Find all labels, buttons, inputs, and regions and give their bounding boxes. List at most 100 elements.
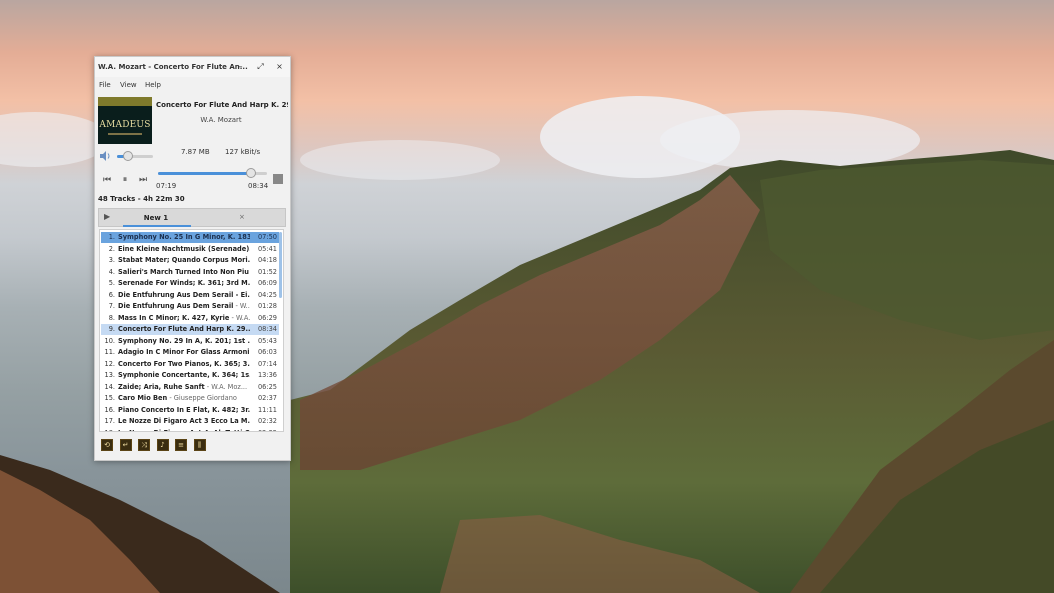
track-row[interactable]: 14. Zaide; Aria, Ruhe Sanft - W.A. Moz...… <box>101 382 279 393</box>
track-title: Die Entfuhrung Aus Dem Serail - W... <box>118 301 250 312</box>
track-title: Zaide; Aria, Ruhe Sanft - W.A. Moz... <box>118 382 248 391</box>
menu-help[interactable]: Help <box>145 81 161 89</box>
track-number: 15. <box>104 394 116 402</box>
play-arrow-icon[interactable]: ▶ <box>104 212 110 221</box>
track-title: Concerto For Two Pianos, K. 365; 3... <box>118 359 250 368</box>
track-duration: 02:37 <box>257 394 277 402</box>
track-row[interactable]: 17. Le Nozze Di Figaro Act 3 Ecco La M...… <box>101 416 279 427</box>
volume-knob[interactable] <box>122 151 133 161</box>
track-title: Le Nozze Di Figaro Act 3 Ecco La M... <box>118 417 250 425</box>
track-number: 5. <box>108 279 115 287</box>
previous-icon[interactable]: ⏮ <box>100 174 114 186</box>
track-duration: 07:50 <box>257 233 277 241</box>
track-artist: - W.A... <box>231 313 250 322</box>
track-row[interactable]: 3. Stabat Mater; Quando Corpus Mori... 04:… <box>101 255 279 266</box>
now-playing-title: Concerto For Flute And Harp K. 299; 2 <box>156 101 288 109</box>
track-number: 17. <box>104 417 116 425</box>
track-artist: - Giuseppe Giordano <box>167 394 237 402</box>
track-row[interactable]: 6. Die Entfuhrung Aus Dem Serail - Ei... 0… <box>101 290 279 301</box>
repeat-button[interactable]: ⟲ <box>101 439 113 451</box>
track-number: 12. <box>104 359 116 368</box>
tab-close-icon[interactable]: × <box>239 213 245 221</box>
track-duration: 05:41 <box>257 244 277 253</box>
playlist-tab-bar: ▶ New 1 × <box>98 208 286 227</box>
album-cover: AMADEUS <box>98 97 152 144</box>
track-number: 11. <box>104 348 116 356</box>
track-row[interactable]: 5. Serenade For Winds; K. 361; 3rd M... 06… <box>101 278 279 289</box>
track-row[interactable]: 18.Le Nozze Di Figaro Act 4, Ah Tutti C.… <box>101 428 279 432</box>
track-number: 1. <box>108 233 115 241</box>
next-icon[interactable]: ⏭ <box>136 174 150 186</box>
track-list[interactable]: 1. Symphony No. 25 In G Minor, K. 183... 0… <box>99 229 284 432</box>
minimize-button[interactable]: – <box>235 61 246 72</box>
pause-icon[interactable]: ⏸ <box>118 174 132 186</box>
track-title: Concerto For Flute And Harp K. 29... <box>118 325 250 333</box>
volume-slider[interactable] <box>117 151 153 161</box>
cover-banner <box>98 97 152 106</box>
track-number: 7. <box>108 302 115 310</box>
track-row[interactable]: 10. Symphony No. 29 In A, K. 201; 1st ...… <box>101 336 279 347</box>
track-title: Salieri's March Turned Into Non Piu ... <box>118 267 250 276</box>
track-row[interactable]: 2. Eine Kleine Nachtmusik (Serenade)... 05… <box>101 244 279 255</box>
volume-icon[interactable] <box>99 150 111 162</box>
track-row[interactable]: 1. Symphony No. 25 In G Minor, K. 183... 0… <box>101 232 279 243</box>
menu-file[interactable]: File <box>99 81 111 89</box>
track-duration: 06:03 <box>257 348 277 356</box>
track-row[interactable]: 8.Mass In C Minor; K. 427, Kyrie - W.A..… <box>101 313 279 324</box>
track-row[interactable]: 15. Caro Mio Ben - Giuseppe Giordano 02:37 <box>101 393 279 404</box>
track-number: 18. <box>101 428 116 432</box>
seek-knob[interactable] <box>246 168 257 178</box>
shuffle-button[interactable]: ⤨ <box>138 439 150 451</box>
track-number: 10. <box>104 336 116 345</box>
track-row[interactable]: 12. Concerto For Two Pianos, K. 365; 3...… <box>101 359 279 370</box>
track-duration: 06:25 <box>257 382 277 391</box>
track-number: 13. <box>104 371 116 379</box>
track-duration: 11:11 <box>257 405 277 414</box>
track-duration: 05:43 <box>257 336 277 345</box>
playlist-summary: 48 Tracks - 4h 22m 30 <box>98 195 185 203</box>
music-player-window: W.A. Mozart - Concerto For Flute An... –… <box>94 56 291 461</box>
track-row[interactable]: 16. Piano Concerto In E Flat, K. 482; 3r.… <box>101 405 279 416</box>
track-row[interactable]: 11. Adagio In C Minor For Glass Armoni...… <box>101 347 279 358</box>
track-row[interactable]: 4. Salieri's March Turned Into Non Piu ..… <box>101 267 279 278</box>
bitrate: 127 kBit/s <box>225 148 261 156</box>
track-number: 14. <box>104 382 116 391</box>
equalizer-button[interactable]: ⫼ <box>193 439 206 451</box>
tab-label: New 1 <box>143 214 169 222</box>
track-title: Serenade For Winds; K. 361; 3rd M... <box>118 279 250 287</box>
track-row[interactable]: 7.Die Entfuhrung Aus Dem Serail - W... 01… <box>101 301 279 312</box>
seek-slider[interactable] <box>158 168 267 178</box>
close-button[interactable]: × <box>274 61 285 72</box>
track-title: Mass In C Minor; K. 427, Kyrie - W.A... <box>118 313 250 324</box>
track-number: 2. <box>108 244 115 253</box>
loop-button[interactable]: ↵ <box>119 439 132 451</box>
playlist-button[interactable]: ≡ <box>175 439 187 451</box>
track-title: Adagio In C Minor For Glass Armoni... <box>118 348 250 356</box>
track-title: Die Entfuhrung Aus Dem Serail - Ei... <box>118 290 250 299</box>
track-row[interactable]: 9. Concerto For Flute And Harp K. 29... 08… <box>101 324 279 335</box>
stop-icon[interactable] <box>273 174 283 184</box>
track-row[interactable]: 13. Symphonie Concertante, K. 364; 1s... 1… <box>101 370 279 381</box>
scrollbar[interactable] <box>279 232 282 298</box>
track-duration: 04:18 <box>257 256 277 264</box>
track-duration: 02:32 <box>257 417 277 425</box>
menu-view[interactable]: View <box>120 81 137 89</box>
menu-bar: File View Help <box>95 79 290 91</box>
window-title: W.A. Mozart - Concerto For Flute An... <box>98 63 248 71</box>
track-duration: 01:28 <box>257 302 277 310</box>
track-duration: 04:25 <box>257 290 277 299</box>
cover-rule <box>108 133 142 135</box>
track-title: Piano Concerto In E Flat, K. 482; 3r... <box>118 405 250 414</box>
title-bar[interactable]: W.A. Mozart - Concerto For Flute An... –… <box>95 57 290 77</box>
track-number: 9. <box>108 325 115 333</box>
track-duration: 13:36 <box>257 371 277 379</box>
track-title: Eine Kleine Nachtmusik (Serenade)... <box>118 244 250 253</box>
tab-new-1[interactable]: New 1 <box>121 209 191 227</box>
track-number: 3. <box>108 256 115 264</box>
track-duration: 07:14 <box>257 359 277 368</box>
lyrics-button[interactable]: ♪ <box>156 439 169 451</box>
track-artist: - W... <box>235 302 250 310</box>
track-artist: - W.A. Moz... <box>204 382 248 391</box>
maximize-button[interactable]: ⤢ <box>255 61 266 72</box>
track-duration: 02:25 <box>252 428 277 432</box>
